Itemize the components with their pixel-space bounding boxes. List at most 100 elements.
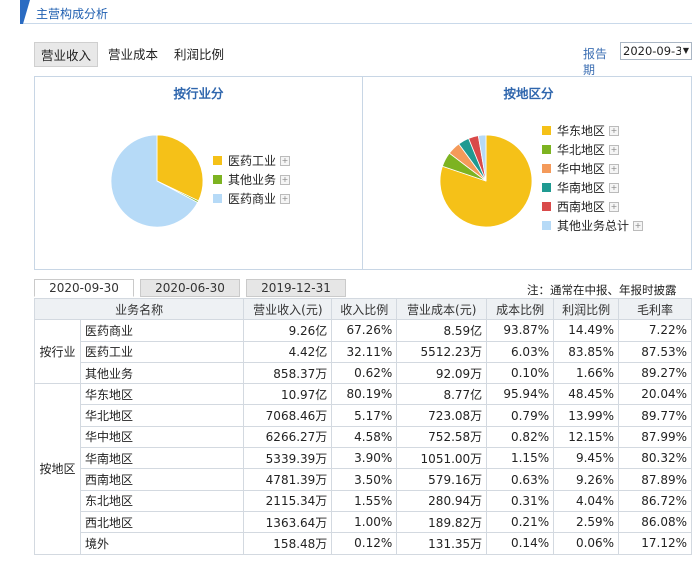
expand-plus-icon[interactable]: + — [609, 201, 620, 212]
value-cell: 189.82万 — [396, 510, 488, 534]
legend-label: 医药商业 — [228, 192, 277, 206]
expand-plus-icon[interactable]: + — [609, 125, 620, 136]
period-value: 2020-09-3 — [623, 44, 683, 58]
dropdown-arrow-icon[interactable]: ▼ — [681, 43, 691, 59]
value-cell: 4.58% — [331, 425, 398, 449]
legend-swatch — [213, 175, 222, 184]
tab-cost[interactable]: 营业成本 — [102, 42, 164, 67]
value-cell: 67.26% — [331, 319, 398, 342]
legend-swatch — [213, 194, 222, 203]
date-tabs: 2020-09-30 2020-06-30 2019-12-31 — [34, 279, 352, 297]
row-name-cell: 医药商业 — [79, 319, 245, 342]
expand-plus-icon[interactable]: + — [609, 144, 620, 155]
value-cell: 86.08% — [618, 510, 692, 534]
value-cell: 48.45% — [553, 383, 620, 406]
value-cell: 0.10% — [486, 361, 555, 385]
legend-label: 其他业务 — [228, 173, 277, 187]
title-flag-icon — [20, 0, 30, 24]
table-row: 境外 158.48万 0.12% 131.35万 0.14% 0.06% 17.12% — [35, 532, 692, 555]
value-cell: 89.77% — [618, 404, 692, 427]
value-cell: 0.14% — [486, 532, 555, 555]
value-cell: 4.04% — [553, 489, 620, 512]
value-cell: 3.50% — [331, 468, 398, 491]
legend-item[interactable]: 医药工业 + — [213, 151, 291, 170]
group-cell: 按地区 — [34, 383, 81, 555]
period-select[interactable]: 2020-09-3 ▼ — [620, 42, 692, 60]
value-cell: 4.42亿 — [243, 340, 333, 363]
value-cell: 131.35万 — [396, 532, 488, 555]
header-revenue: 营业收入(元) — [243, 297, 333, 321]
value-cell: 13.99% — [553, 404, 620, 427]
group-cell: 按行业 — [34, 319, 81, 385]
value-cell: 32.11% — [331, 340, 398, 363]
legend-swatch — [542, 221, 551, 230]
date-tab-2[interactable]: 2020-06-30 — [140, 279, 240, 297]
expand-plus-icon[interactable]: + — [633, 220, 644, 231]
value-cell: 14.49% — [553, 319, 620, 342]
row-name-cell: 西北地区 — [79, 510, 245, 534]
value-cell: 1.00% — [331, 510, 398, 534]
legend-label: 华北地区 — [557, 143, 606, 157]
value-cell: 5512.23万 — [396, 340, 488, 363]
date-tab-3[interactable]: 2019-12-31 — [246, 279, 346, 297]
legend-item[interactable]: 华东地区 + — [542, 121, 643, 140]
value-cell: 9.45% — [553, 447, 620, 470]
value-cell: 858.37万 — [243, 361, 333, 385]
expand-plus-icon[interactable]: + — [609, 182, 620, 193]
expand-plus-icon[interactable]: + — [280, 155, 291, 166]
value-cell: 2.59% — [553, 510, 620, 534]
section-title: 主营构成分析 — [36, 7, 109, 21]
period-label: 报告期 — [583, 47, 608, 77]
value-cell: 4781.39万 — [243, 468, 333, 491]
value-cell: 87.89% — [618, 468, 692, 491]
value-cell: 95.94% — [486, 383, 555, 406]
row-name-cell: 境外 — [79, 532, 245, 555]
row-name-cell: 东北地区 — [79, 489, 245, 512]
row-name-cell: 华南地区 — [79, 447, 245, 470]
value-cell: 1051.00万 — [396, 447, 488, 470]
table-row: 西南地区 4781.39万 3.50% 579.16万 0.63% 9.26% 87.89% — [35, 468, 692, 491]
legend-item[interactable]: 华中地区 + — [542, 159, 643, 178]
value-cell: 5.17% — [331, 404, 398, 427]
legend-label: 医药工业 — [228, 154, 277, 168]
legend-item[interactable]: 其他业务总计 + — [542, 216, 644, 235]
value-cell: 3.90% — [331, 447, 398, 470]
value-cell: 7068.46万 — [243, 404, 333, 427]
legend-swatch — [542, 202, 551, 211]
value-cell: 7.22% — [618, 319, 692, 342]
table-row: 其他业务 858.37万 0.62% 92.09万 0.10% 1.66% 89.27% — [35, 361, 692, 385]
legend-item[interactable]: 其他业务 + — [213, 170, 291, 189]
value-cell: 87.53% — [618, 340, 692, 363]
value-cell: 0.82% — [486, 425, 555, 449]
value-cell: 280.94万 — [396, 489, 488, 512]
row-name-cell: 华中地区 — [79, 425, 245, 449]
legend-label: 华中地区 — [557, 162, 606, 176]
legend-item[interactable]: 医药商业 + — [213, 189, 291, 208]
date-tab-1[interactable]: 2020-09-30 — [34, 279, 134, 297]
header-cost-ratio: 成本比例 — [486, 297, 555, 321]
header-profit-ratio: 利润比例 — [553, 297, 620, 321]
expand-plus-icon[interactable]: + — [609, 163, 620, 174]
legend-item[interactable]: 华北地区 + — [542, 140, 643, 159]
tab-revenue[interactable]: 营业收入 — [34, 42, 99, 67]
metric-tabs: 营业收入 营业成本 利润比例 — [34, 42, 234, 67]
expand-plus-icon[interactable]: + — [280, 174, 291, 185]
row-name-cell: 其他业务 — [79, 361, 245, 385]
value-cell: 2115.34万 — [243, 489, 333, 512]
section-title-bar: 主营构成分析 — [20, 0, 692, 24]
legend-item[interactable]: 西南地区 + — [542, 197, 643, 216]
legend-swatch — [542, 145, 551, 154]
expand-plus-icon[interactable]: + — [280, 193, 291, 204]
value-cell: 579.16万 — [396, 468, 488, 491]
value-cell: 6.03% — [486, 340, 555, 363]
value-cell: 8.59亿 — [396, 319, 488, 342]
value-cell: 0.12% — [331, 532, 398, 555]
tab-profit-ratio[interactable]: 利润比例 — [168, 42, 230, 67]
region-pie-chart — [439, 134, 533, 228]
value-cell: 86.72% — [618, 489, 692, 512]
header-gross-margin: 毛利率 — [618, 297, 692, 321]
value-cell: 0.21% — [486, 510, 555, 534]
value-cell: 752.58万 — [396, 425, 488, 449]
legend-item[interactable]: 华南地区 + — [542, 178, 643, 197]
legend-swatch — [542, 164, 551, 173]
